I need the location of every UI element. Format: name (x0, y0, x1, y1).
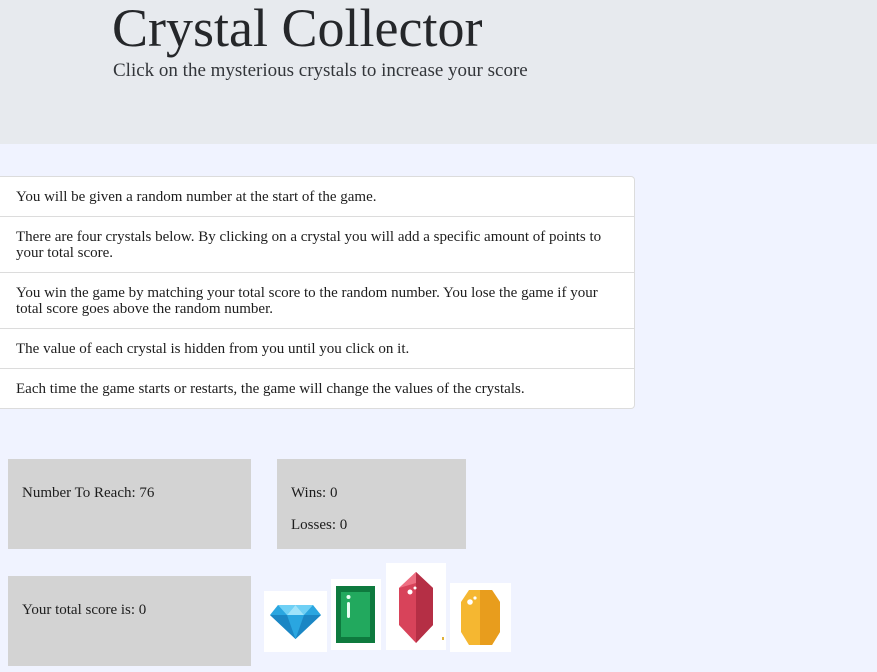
header: Crystal Collector Click on the mysteriou… (0, 0, 877, 144)
crystal-red-button[interactable] (386, 563, 446, 650)
crystal-yellow-button[interactable] (450, 583, 511, 652)
target-number-label: Number To Reach: 76 (22, 485, 155, 501)
crystal-green-button[interactable] (331, 579, 381, 650)
page-subtitle: Click on the mysterious crystals to incr… (113, 60, 528, 81)
rule-item: The value of each crystal is hidden from… (0, 328, 634, 368)
rules-list: You will be given a random number at the… (0, 176, 635, 409)
crystal-blue-button[interactable] (264, 591, 327, 652)
record-panel: Wins: 0 Losses: 0 (277, 459, 466, 549)
rule-item: Each time the game starts or restarts, t… (0, 368, 634, 408)
wins-label: Wins: 0 (291, 485, 338, 501)
red-ruby-icon (399, 572, 444, 643)
score-panel: Your total score is: 0 (8, 576, 251, 666)
blue-diamond-icon (270, 605, 321, 639)
losses-label: Losses: 0 (291, 517, 348, 533)
green-emerald-icon (336, 586, 375, 643)
rule-item: You win the game by matching your total … (0, 272, 634, 328)
page-title: Crystal Collector (112, 0, 483, 58)
target-number-panel: Number To Reach: 76 (8, 459, 251, 549)
rule-item: There are four crystals below. By clicki… (0, 216, 634, 272)
total-score-label: Your total score is: 0 (22, 602, 147, 618)
rule-item: You will be given a random number at the… (16, 189, 377, 205)
yellow-topaz-icon (461, 590, 500, 645)
